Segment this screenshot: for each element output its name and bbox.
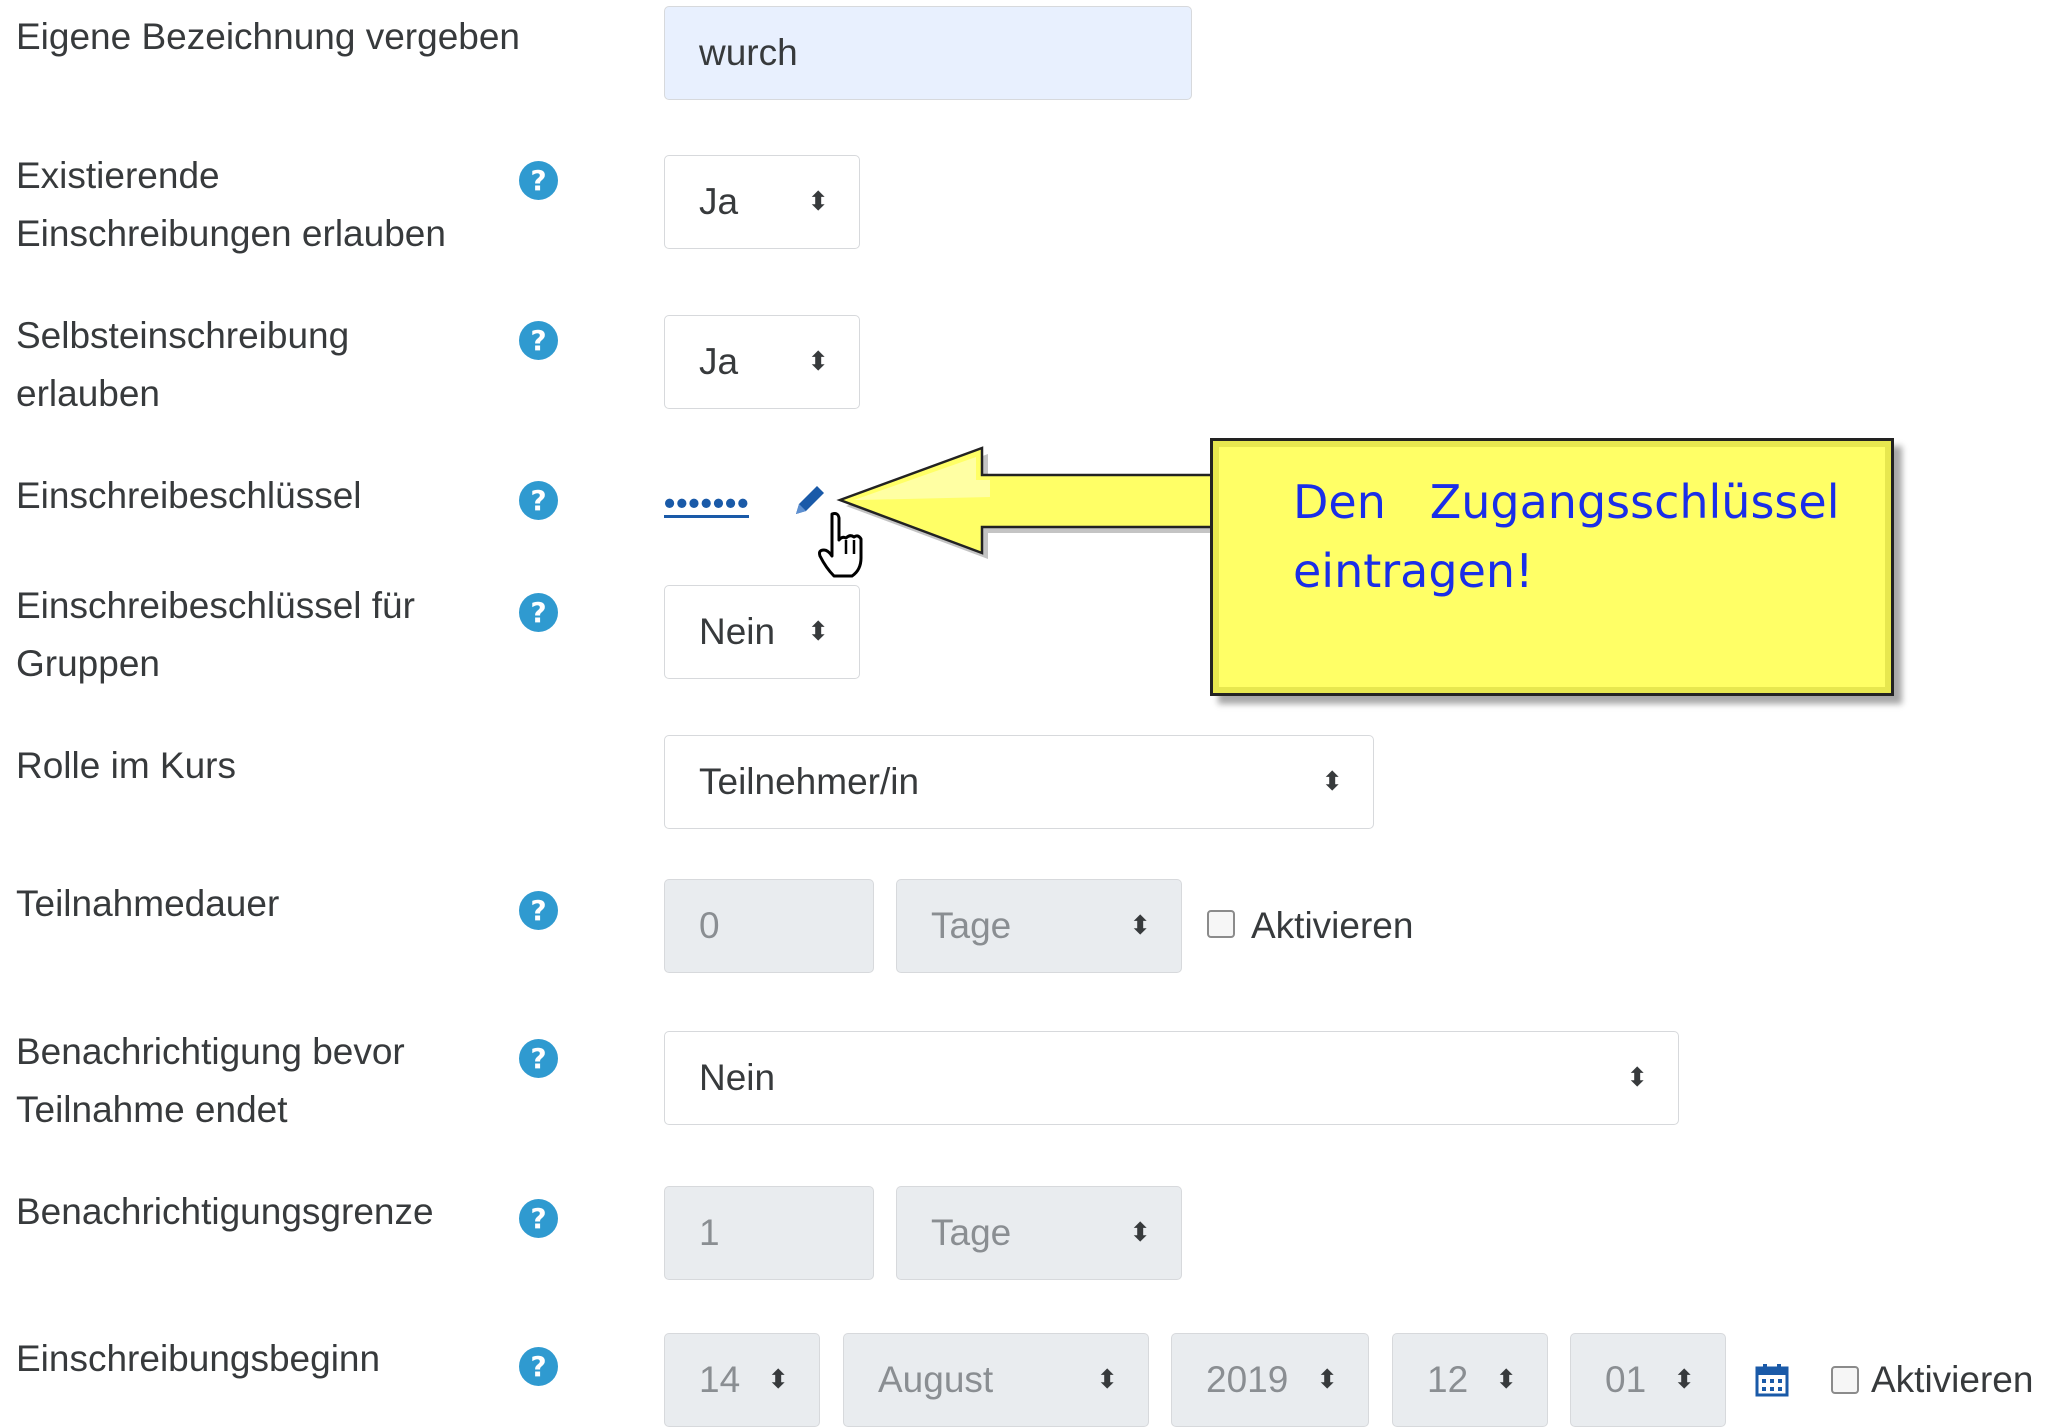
start-year-value: 2019 [1206,1359,1289,1400]
select-arrows-icon: ⬍ [1673,1365,1695,1395]
select-arrows-icon: ⬍ [1495,1365,1517,1395]
duration-unit-select[interactable]: Tage ⬍ [896,879,1182,973]
label-threshold: Benachrichtigungsgrenze [16,1191,434,1232]
start-minute-value: 01 [1605,1359,1647,1400]
start-day-select[interactable]: 14 ⬍ [664,1333,820,1427]
start-day-value: 14 [699,1359,741,1400]
start-enable-label: Aktivieren [1871,1359,2034,1400]
help-icon[interactable]: ? [519,321,558,360]
start-year-select[interactable]: 2019 ⬍ [1171,1333,1369,1427]
start-hour-select[interactable]: 12 ⬍ [1392,1333,1548,1427]
select-arrows-icon: ⬍ [807,187,829,217]
help-icon[interactable]: ? [519,891,558,930]
help-icon[interactable]: ? [519,1199,558,1238]
select-arrows-icon: ⬍ [1316,1365,1338,1395]
duration-input[interactable]: 0 [664,879,874,973]
self-select[interactable]: Ja ⬍ [664,315,860,409]
label-self-line1: Selbsteinschreibung [16,315,350,356]
select-arrows-icon: ⬍ [807,617,829,647]
select-arrows-icon: ⬍ [1626,1063,1648,1093]
threshold-unit-value: Tage [931,1212,1012,1253]
callout-text-line2: eintragen! [1293,544,1534,598]
start-enable-checkbox[interactable] [1831,1366,1859,1394]
select-arrows-icon: ⬍ [767,1365,789,1395]
label-existing-line2: Einschreibungen erlauben [16,213,446,254]
duration-enable-checkbox[interactable] [1207,910,1235,938]
callout-arrow [836,446,1226,559]
notify-select[interactable]: Nein ⬍ [664,1031,1679,1125]
duration-enable-label: Aktivieren [1251,905,1414,946]
help-icon[interactable]: ? [519,593,558,632]
role-select[interactable]: Teilnehmer/in ⬍ [664,735,1374,829]
existing-select[interactable]: Ja ⬍ [664,155,860,249]
label-self-line2: erlauben [16,373,161,414]
role-select-value: Teilnehmer/in [699,761,920,802]
help-icon[interactable]: ? [519,1347,558,1386]
label-notify-line1: Benachrichtigung bevor [16,1031,405,1072]
help-icon[interactable]: ? [519,161,558,200]
label-start: Einschreibungsbeginn [16,1338,381,1379]
name-input[interactable]: wurch [664,6,1192,100]
start-month-select[interactable]: August ⬍ [843,1333,1149,1427]
label-groupkey-line1: Einschreibeschlüssel für [16,585,415,626]
label-notify-line2: Teilnahme endet [16,1089,288,1130]
groupkey-select-value: Nein [699,611,776,652]
threshold-unit-select[interactable]: Tage ⬍ [896,1186,1182,1280]
notify-select-value: Nein [699,1057,776,1098]
help-icon[interactable]: ? [519,481,558,520]
threshold-input[interactable]: 1 [664,1186,874,1280]
callout-box: Den Zugangsschlüssel eintragen! [1210,438,1894,696]
groupkey-select[interactable]: Nein ⬍ [664,585,860,679]
key-masked-value[interactable]: ••••••• [664,474,750,518]
existing-select-value: Ja [699,181,739,222]
calendar-icon[interactable] [1754,1362,1790,1398]
select-arrows-icon: ⬍ [1096,1365,1118,1395]
select-arrows-icon: ⬍ [1129,1218,1151,1248]
label-existing-line1: Existierende [16,155,220,196]
callout-text-line1: Den Zugangsschlüssel [1293,475,1840,529]
label-key: Einschreibeschlüssel [16,475,362,516]
select-arrows-icon: ⬍ [807,347,829,377]
duration-unit-value: Tage [931,905,1012,946]
label-name: Eigene Bezeichnung vergeben [16,16,520,57]
label-groupkey-line2: Gruppen [16,643,160,684]
select-arrows-icon: ⬍ [1129,911,1151,941]
start-hour-value: 12 [1427,1359,1469,1400]
start-month-value: August [878,1359,994,1400]
self-select-value: Ja [699,341,739,382]
label-duration: Teilnahmedauer [16,883,280,924]
select-arrows-icon: ⬍ [1321,767,1343,797]
help-icon[interactable]: ? [519,1039,558,1078]
start-minute-select[interactable]: 01 ⬍ [1570,1333,1726,1427]
label-role: Rolle im Kurs [16,745,236,786]
